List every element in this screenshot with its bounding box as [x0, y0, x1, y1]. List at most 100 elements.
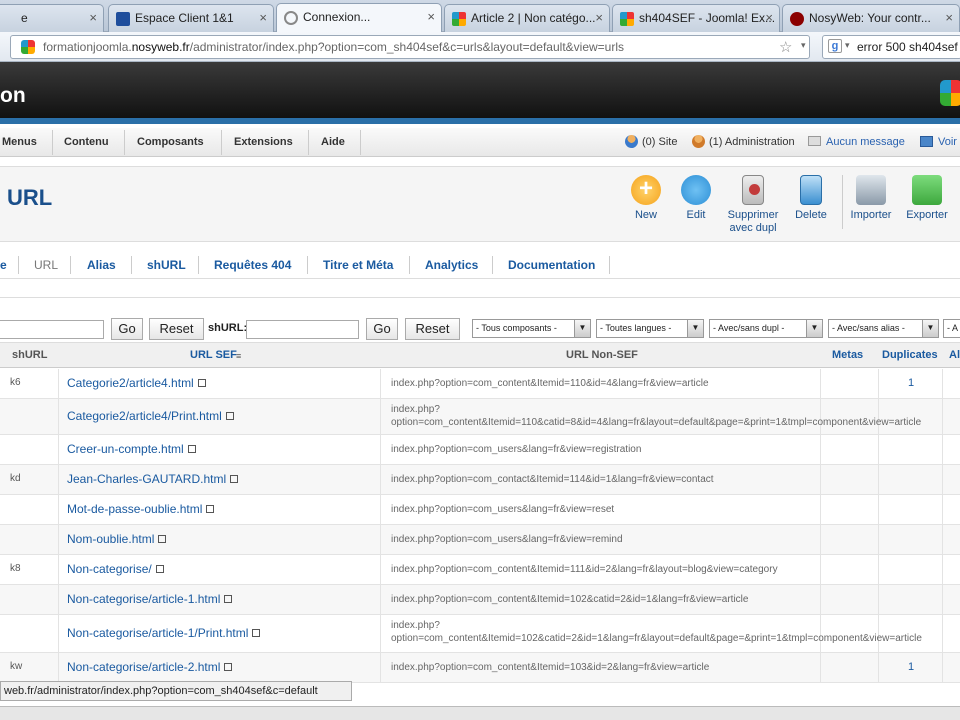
content-divider: [0, 297, 960, 298]
urls-table: shURL URL SEF ≡ URL Non-SEF Metas Duplic…: [0, 342, 960, 694]
shurl-filter-input[interactable]: [246, 320, 359, 339]
go-button-2[interactable]: Go: [366, 318, 398, 340]
sef-url-link[interactable]: Non-categorise/article-1.html: [67, 592, 233, 606]
search-input[interactable]: g ▾ error 500 sh404sef: [822, 35, 960, 59]
duplicates-select[interactable]: - Avec/sans dupl - ▼: [709, 319, 823, 338]
sef-url-link[interactable]: Creer-un-compte.html: [67, 442, 196, 456]
external-link-icon[interactable]: [224, 595, 233, 603]
search-engine-dropdown-icon[interactable]: ▾: [845, 40, 850, 51]
sef-url-link[interactable]: Non-categorise/article-2.html: [67, 660, 233, 674]
reset-button-2[interactable]: Reset: [405, 318, 460, 340]
external-link-icon[interactable]: [155, 565, 164, 573]
column-divider: [58, 615, 59, 652]
column-divider: [878, 525, 879, 554]
site-title: on: [0, 84, 26, 107]
submenu-item-title-meta[interactable]: Titre et Méta: [323, 258, 393, 272]
submenu-item-alias[interactable]: Alias: [87, 258, 116, 272]
column-header-duplicates[interactable]: Duplicates: [882, 349, 938, 361]
alias-select[interactable]: - Avec/sans alias - ▼: [828, 319, 939, 338]
close-icon[interactable]: ×: [89, 10, 97, 25]
menu-composants[interactable]: Composants: [137, 136, 204, 148]
browser-tab-bar: e × Espace Client 1&1 × Connexion... × A…: [0, 0, 960, 33]
column-divider: [820, 369, 821, 398]
site-favicon-icon: [21, 40, 35, 54]
column-header-sef-url[interactable]: URL SEF: [190, 349, 237, 361]
external-link-icon[interactable]: [197, 379, 206, 387]
close-icon[interactable]: ×: [259, 10, 267, 25]
column-header-metas[interactable]: Metas: [832, 349, 863, 361]
sef-url-link[interactable]: Jean-Charles-GAUTARD.html: [67, 472, 239, 486]
sef-url-link[interactable]: Categorie2/article4.html: [67, 376, 206, 390]
sef-url-text: Jean-Charles-GAUTARD.html: [67, 472, 227, 486]
table-row: Non-categorise/article-1/Print.html index…: [0, 615, 960, 653]
url-dropdown-icon[interactable]: ▾: [801, 40, 806, 51]
sef-url-link[interactable]: Categorie2/article4/Print.html: [67, 409, 234, 423]
tab-label: Espace Client 1&1: [135, 11, 234, 25]
column-divider: [380, 555, 381, 584]
menu-extensions[interactable]: Extensions: [234, 136, 293, 148]
messages-link[interactable]: Aucun message: [826, 136, 905, 148]
duplicates-count[interactable]: 1: [908, 377, 914, 389]
import-button[interactable]: Importer: [850, 175, 892, 222]
column-divider: [58, 465, 59, 494]
column-header-non-sef-url: URL Non-SEF: [566, 349, 638, 361]
language-select[interactable]: - Toutes langues - ▼: [596, 319, 704, 338]
sh404sef-submenu: e URL Alias shURL Requêtes 404 Titre et …: [0, 252, 960, 279]
submenu-item-shurl[interactable]: shURL: [147, 258, 186, 272]
delete-with-duplicates-button[interactable]: Supprimer avec dupl: [724, 175, 782, 235]
submenu-item-url[interactable]: URL: [34, 258, 58, 272]
external-link-icon[interactable]: [225, 412, 234, 420]
browser-tab[interactable]: e ×: [0, 4, 104, 32]
address-bar[interactable]: formationjoomla.nosyweb.fr/administrator…: [10, 35, 810, 59]
menu-divider: [360, 130, 361, 155]
sef-url-link[interactable]: Nom-oublie.html: [67, 532, 167, 546]
external-link-icon[interactable]: [206, 505, 215, 513]
tab-label: Article 2 | Non catégo...: [471, 11, 596, 25]
submenu-item-404[interactable]: Requêtes 404: [214, 258, 291, 272]
sef-url-link[interactable]: Non-categorise/: [67, 562, 164, 576]
external-link-icon[interactable]: [158, 535, 167, 543]
component-select[interactable]: - Tous composants - ▼: [472, 319, 591, 338]
filter-bar: Go Reset shURL: Go Reset - Tous composan…: [0, 312, 960, 342]
menu-contenu[interactable]: Contenu: [64, 136, 109, 148]
close-icon[interactable]: ×: [427, 9, 435, 24]
browser-tab[interactable]: Espace Client 1&1 ×: [108, 4, 274, 32]
browser-tab[interactable]: Article 2 | Non catégo... ×: [444, 4, 610, 32]
sef-url-filter-input[interactable]: [0, 320, 104, 339]
chevron-down-icon: ▼: [806, 320, 822, 337]
delete-button[interactable]: Delete: [792, 175, 830, 222]
extra-select[interactable]: - A: [943, 319, 960, 338]
bookmark-star-icon[interactable]: ☆: [779, 38, 792, 56]
column-divider: [58, 369, 59, 398]
external-link-icon[interactable]: [224, 663, 233, 671]
submenu-divider: [18, 256, 19, 274]
view-site-link[interactable]: Voir: [938, 136, 957, 148]
export-button[interactable]: Exporter: [904, 175, 950, 222]
admin-menu-bar: Menus Contenu Composants Extensions Aide…: [0, 128, 960, 157]
close-icon[interactable]: ×: [945, 10, 953, 25]
admin-header: on: [0, 62, 960, 124]
go-button[interactable]: Go: [111, 318, 143, 340]
external-link-icon[interactable]: [230, 475, 239, 483]
new-button[interactable]: + New: [628, 175, 664, 222]
reset-button[interactable]: Reset: [149, 318, 204, 340]
submenu-item-analytics[interactable]: Analytics: [425, 258, 478, 272]
submenu-item-documentation[interactable]: Documentation: [508, 258, 595, 272]
edit-button[interactable]: Edit: [678, 175, 714, 222]
column-header-aliases[interactable]: Al: [949, 349, 960, 361]
close-icon[interactable]: ×: [765, 10, 773, 25]
close-icon[interactable]: ×: [595, 10, 603, 25]
browser-tab-active[interactable]: Connexion... ×: [276, 3, 442, 33]
sef-url-link[interactable]: Mot-de-passe-oublie.html: [67, 502, 215, 516]
menu-menus[interactable]: Menus: [2, 136, 37, 148]
external-link-icon[interactable]: [187, 445, 196, 453]
shurl-cell: kd: [10, 473, 21, 484]
browser-tab[interactable]: sh404SEF - Joomla! Ex... ×: [612, 4, 780, 32]
browser-tab[interactable]: NosyWeb: Your contr... ×: [782, 4, 960, 32]
submenu-item[interactable]: e: [0, 258, 7, 272]
duplicates-count[interactable]: 1: [908, 661, 914, 673]
menu-divider: [221, 130, 222, 155]
menu-aide[interactable]: Aide: [321, 136, 345, 148]
external-link-icon[interactable]: [252, 629, 261, 637]
sef-url-link[interactable]: Non-categorise/article-1/Print.html: [67, 626, 261, 640]
